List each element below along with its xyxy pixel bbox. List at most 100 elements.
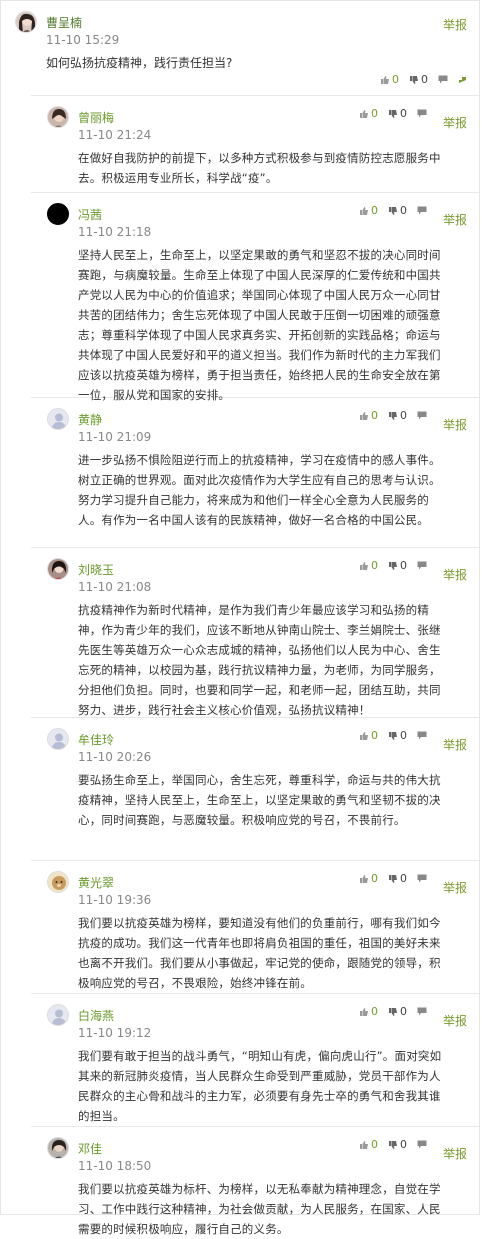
reply-author[interactable]: 邓佳 — [78, 1140, 102, 1157]
report-button[interactable]: 举报 — [443, 114, 467, 131]
report-button[interactable]: 举报 — [443, 1012, 467, 1029]
thumbs-up-icon — [360, 206, 368, 215]
reply-author[interactable]: 冯茜 — [78, 206, 102, 223]
dislike-button[interactable]: 0 — [388, 1138, 407, 1151]
dislike-button[interactable]: 0 — [388, 107, 407, 120]
dislike-count: 0 — [400, 872, 407, 885]
report-button[interactable]: 举报 — [443, 736, 467, 753]
comment-icon — [417, 1007, 427, 1016]
comment-icon — [417, 561, 427, 570]
dislike-button[interactable]: 0 — [388, 872, 407, 885]
thumbs-up-icon — [381, 75, 389, 84]
like-button[interactable]: 0 — [359, 107, 378, 120]
thumbs-down-icon — [389, 411, 397, 420]
reply-author[interactable]: 黄光翠 — [78, 874, 114, 891]
report-button[interactable]: 举报 — [443, 416, 467, 433]
comment-button[interactable] — [417, 411, 427, 420]
reply-author[interactable]: 刘晓玉 — [78, 561, 114, 578]
like-count: 0 — [371, 1005, 378, 1018]
comment-button[interactable] — [417, 731, 427, 740]
list-item: 白海燕 11-10 19:12 我们要有敢于担当的战斗勇气，“明知山有虎，偏向虎… — [31, 994, 479, 1127]
reply-actions: 0 0 — [359, 409, 427, 422]
avatar[interactable] — [15, 11, 37, 33]
like-button[interactable]: 0 — [359, 1138, 378, 1151]
comment-button[interactable] — [417, 1140, 427, 1149]
reply-time: 11-10 21:18 — [78, 225, 152, 239]
dislike-count: 0 — [400, 409, 407, 422]
report-button[interactable]: 举报 — [443, 879, 467, 896]
post-actions: 0 0 — [380, 73, 467, 86]
dislike-button[interactable]: 0 — [388, 559, 407, 572]
dislike-count: 0 — [400, 204, 407, 217]
dislike-button[interactable]: 0 — [388, 729, 407, 742]
thumbs-up-icon — [360, 874, 368, 883]
reply-text: 要弘扬生命至上，举国同心，舍生忘死，尊重科学，命运与共的伟大抗疫精神，坚持人民至… — [78, 773, 441, 827]
post-author[interactable]: 曹呈楠 — [46, 14, 82, 31]
comment-thread: 曹呈楠 11-10 15:29 如何弘扬抗疫精神，践行责任担当? 举报 0 0 — [0, 0, 480, 1236]
reply-actions: 0 0 — [359, 729, 427, 742]
avatar[interactable] — [47, 558, 69, 580]
reply-text: 在做好自我防护的前提下，以多种方式积极参与到疫情防控志愿服务中去。积极运用专业所… — [78, 151, 441, 185]
comment-icon — [438, 75, 448, 84]
thumbs-up-icon — [360, 561, 368, 570]
avatar[interactable] — [47, 1137, 69, 1159]
reply-time: 11-10 19:36 — [78, 893, 152, 907]
reply-actions: 0 0 — [359, 1005, 427, 1018]
like-button[interactable]: 0 — [359, 1005, 378, 1018]
like-count: 0 — [371, 729, 378, 742]
comment-button[interactable] — [417, 874, 427, 883]
reply-author[interactable]: 牟佳玲 — [78, 731, 114, 748]
reply-author[interactable]: 黄静 — [78, 411, 102, 428]
reply-actions: 0 0 — [359, 872, 427, 885]
comment-icon — [417, 874, 427, 883]
reply-time: 11-10 21:09 — [78, 430, 152, 444]
thumbs-down-icon — [389, 1007, 397, 1016]
avatar[interactable] — [47, 203, 69, 225]
comment-button[interactable] — [417, 109, 427, 118]
avatar[interactable] — [47, 106, 69, 128]
report-button[interactable]: 举报 — [443, 16, 467, 33]
like-button[interactable]: 0 — [359, 559, 378, 572]
like-count: 0 — [392, 73, 399, 86]
thumbs-down-icon — [389, 874, 397, 883]
avatar[interactable] — [47, 728, 69, 750]
thumbs-down-icon — [410, 75, 418, 84]
comment-button[interactable] — [417, 561, 427, 570]
dislike-button[interactable]: 0 — [409, 73, 428, 86]
comment-icon — [417, 206, 427, 215]
dislike-button[interactable]: 0 — [388, 204, 407, 217]
like-button[interactable]: 0 — [359, 204, 378, 217]
reply-time: 11-10 19:12 — [78, 1026, 152, 1040]
thumbs-down-icon — [389, 109, 397, 118]
avatar[interactable] — [47, 408, 69, 430]
reply-author[interactable]: 曾丽梅 — [78, 109, 114, 126]
like-button[interactable]: 0 — [380, 73, 399, 86]
reply-text: 我们要以抗疫英雄为榜样，要知道没有他们的负重前行，哪有我们如今抗疫的成功。我们这… — [78, 916, 441, 990]
comment-button[interactable] — [438, 75, 448, 84]
dislike-button[interactable]: 0 — [388, 409, 407, 422]
like-button[interactable]: 0 — [359, 872, 378, 885]
report-button[interactable]: 举报 — [443, 566, 467, 583]
like-count: 0 — [371, 204, 378, 217]
dislike-count: 0 — [400, 1005, 407, 1018]
like-count: 0 — [371, 1138, 378, 1151]
share-button[interactable] — [458, 75, 467, 84]
report-button[interactable]: 举报 — [443, 211, 467, 228]
thumbs-up-icon — [360, 1140, 368, 1149]
comment-button[interactable] — [417, 1007, 427, 1016]
like-button[interactable]: 0 — [359, 729, 378, 742]
avatar[interactable] — [47, 871, 69, 893]
comment-button[interactable] — [417, 206, 427, 215]
reply-author[interactable]: 白海燕 — [78, 1007, 114, 1024]
report-button[interactable]: 举报 — [443, 1145, 467, 1162]
like-count: 0 — [371, 872, 378, 885]
avatar[interactable] — [47, 1004, 69, 1026]
reply-actions: 0 0 — [359, 107, 427, 120]
like-button[interactable]: 0 — [359, 409, 378, 422]
reply-time: 11-10 21:24 — [78, 128, 152, 142]
reply-actions: 0 0 — [359, 204, 427, 217]
list-item: 刘晓玉 11-10 21:08 抗疫精神作为新时代精神，是作为我们青少年最应该学… — [31, 548, 479, 718]
dislike-button[interactable]: 0 — [388, 1005, 407, 1018]
comment-icon — [417, 109, 427, 118]
reply-text: 我们要以抗疫英雄为标杆、为榜样，以无私奉献为精神理念，自觉在学习、工作中践行这种… — [78, 1182, 441, 1236]
